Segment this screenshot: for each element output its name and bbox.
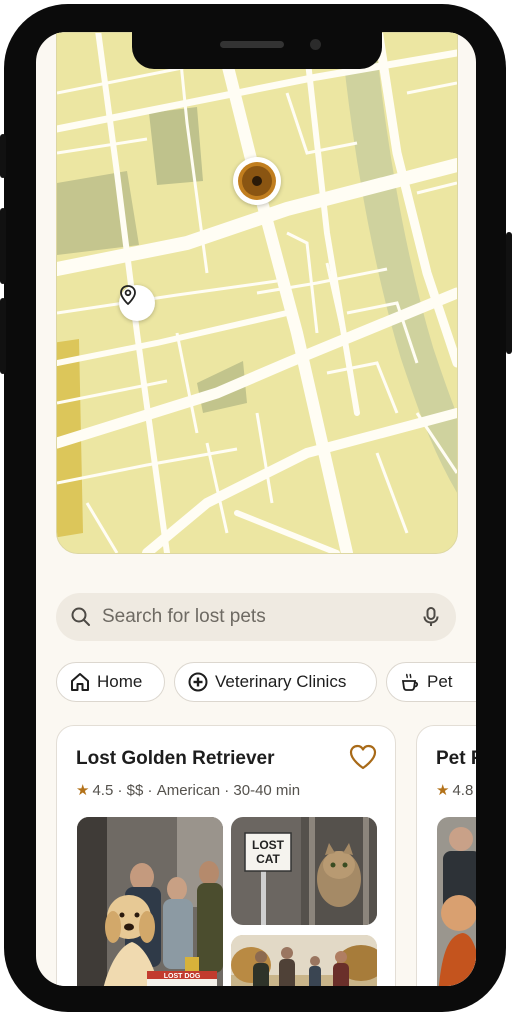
screen: Home Veterinary Clinics Pet Lost Golden …: [36, 32, 476, 986]
photo-lost-cat[interactable]: LOST CAT: [231, 817, 377, 925]
meta-separator: ·: [220, 781, 234, 799]
rating: 4.5: [92, 781, 114, 799]
side-button-mute: [0, 134, 6, 178]
delivery-time: 30-40 min: [233, 781, 301, 799]
plus-circle-icon: [188, 672, 208, 692]
coffee-icon: [401, 673, 419, 691]
search-bar[interactable]: [56, 593, 456, 641]
front-camera: [310, 39, 321, 50]
photo-pet-card-2[interactable]: [437, 817, 476, 986]
category-chips: Home Veterinary Clinics Pet: [56, 662, 476, 706]
chip-label: Pet: [427, 672, 453, 691]
category: American: [156, 781, 221, 799]
card-title: Lost Golden Retriever: [76, 748, 275, 769]
speaker-grille: [220, 41, 284, 48]
chip-home[interactable]: Home: [56, 662, 165, 702]
card-title: Pet R: [436, 748, 476, 769]
star-icon: ★: [76, 782, 90, 799]
card-meta: ★ 4.8: [436, 781, 474, 800]
pet-card[interactable]: Pet R ★ 4.8: [416, 725, 476, 986]
chip-veterinary-clinics[interactable]: Veterinary Clinics: [174, 662, 377, 702]
map-streets: [57, 33, 457, 553]
chip-label: Veterinary Clinics: [215, 672, 347, 691]
microphone-icon[interactable]: [420, 606, 442, 628]
side-button-power: [506, 232, 512, 354]
star-icon: ★: [436, 782, 450, 799]
photo-lost-dog[interactable]: LOST DOG MISSING: [77, 817, 223, 986]
search-input[interactable]: [100, 605, 404, 629]
home-icon: [71, 673, 89, 691]
sign-text: MISSING: [155, 983, 210, 986]
price-level: $$: [126, 781, 144, 799]
sign-text: LOST: [252, 838, 285, 852]
heart-icon[interactable]: [349, 744, 377, 770]
chip-label: Home: [97, 672, 143, 691]
sign-text: LOST DOG: [164, 973, 201, 980]
pet-card[interactable]: Lost Golden Retriever ★ 4.5 · $$ · Ameri…: [56, 725, 396, 986]
meta-separator: ·: [143, 781, 157, 799]
notch: [132, 32, 382, 69]
side-button-volume-up: [0, 208, 6, 284]
search-icon: [71, 607, 90, 626]
photo-search-group[interactable]: [231, 935, 377, 986]
map-view[interactable]: [56, 32, 458, 554]
current-location-marker[interactable]: [233, 157, 281, 205]
meta-separator: ·: [113, 781, 127, 799]
sign-text: CAT: [256, 852, 280, 866]
card-meta: ★ 4.5 · $$ · American · 30-40 min: [76, 781, 301, 800]
chip-pet[interactable]: Pet: [386, 662, 476, 702]
rating: 4.8: [452, 781, 474, 799]
location-pin-icon[interactable]: [119, 285, 155, 321]
side-button-volume-down: [0, 298, 6, 374]
